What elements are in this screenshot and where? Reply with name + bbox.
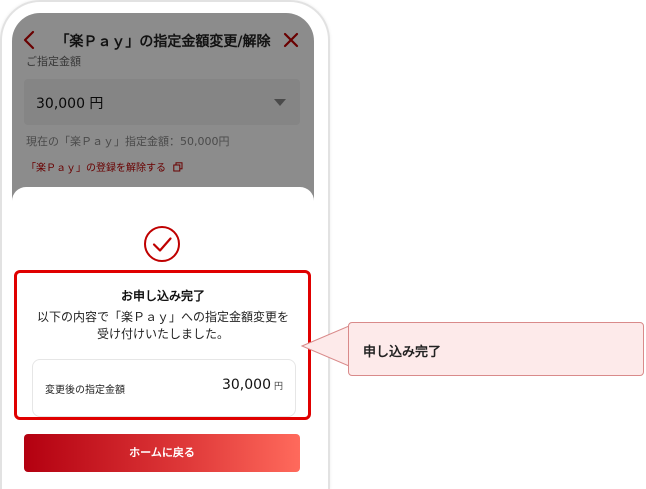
callout-box: 申し込み完了 <box>348 322 644 376</box>
highlight-frame <box>14 270 311 420</box>
check-circle-icon <box>144 226 180 262</box>
callout-text: 申し込み完了 <box>363 345 442 360</box>
callout-pointer <box>300 325 350 367</box>
home-button[interactable]: ホームに戻る <box>24 434 300 472</box>
